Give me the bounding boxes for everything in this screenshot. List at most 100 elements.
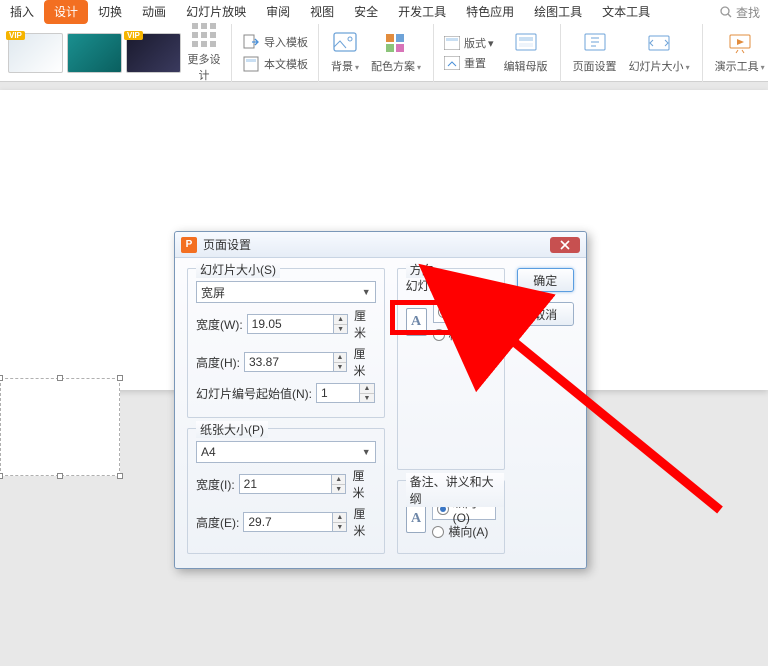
reset-button[interactable]: 重置 <box>440 53 498 73</box>
search-label: 查找 <box>736 4 760 21</box>
tab-insert[interactable]: 插入 <box>0 0 44 24</box>
color-scheme-label: 配色方案 <box>371 61 415 73</box>
tab-developer[interactable]: 开发工具 <box>388 0 456 24</box>
tab-slideshow[interactable]: 幻灯片放映 <box>176 0 256 24</box>
paper-height-unit: 厘米 <box>353 505 375 539</box>
height-input[interactable]: 33.87 <box>244 352 334 372</box>
paper-height-input[interactable]: 29.7 <box>243 512 333 532</box>
theme-thumb-3[interactable]: VIP <box>126 33 181 73</box>
orientation-group: 方向 幻灯片 A 纵向(R) 横向(L) <box>397 268 505 470</box>
background-button[interactable]: 背景▾ <box>325 32 365 74</box>
slide-size-value: 宽屏 <box>201 284 225 301</box>
slide-size-legend: 幻灯片大小(S) <box>196 261 280 278</box>
more-designs-button[interactable]: 更多设计 <box>183 23 225 83</box>
slide-size-label: 幻灯片大小 <box>629 61 684 73</box>
theme-thumb-2[interactable] <box>67 33 122 73</box>
search-icon <box>720 6 732 18</box>
present-icon <box>728 32 752 54</box>
slide-size-button[interactable]: 幻灯片大小▾ <box>623 32 696 74</box>
cancel-button[interactable]: 取消 <box>517 302 575 326</box>
slide-size-icon <box>647 32 671 54</box>
page-setup-button[interactable]: 页面设置 <box>567 32 623 74</box>
master-icon <box>514 32 538 54</box>
ribbon-tabs: 插入 设计 切换 动画 幻灯片放映 审阅 视图 安全 开发工具 特色应用 绘图工… <box>0 0 768 24</box>
paper-width-value: 21 <box>244 477 257 491</box>
paper-height-spinner[interactable]: ▲▼ <box>333 512 347 532</box>
background-icon <box>333 32 357 54</box>
paper-size-group: 纸张大小(P) A4▼ 宽度(I): 21 ▲▼ 厘米 高度(E): 29.7 … <box>187 428 385 554</box>
paper-width-spinner[interactable]: ▲▼ <box>332 474 347 494</box>
reset-icon <box>444 56 460 70</box>
notes-orientation-group: 备注、讲义和大纲 A 纵向(O) 横向(A) <box>397 480 505 554</box>
more-designs-label: 更多设计 <box>188 54 221 82</box>
resize-handle[interactable] <box>117 473 123 479</box>
resize-handle[interactable] <box>57 375 63 381</box>
height-label: 高度(H): <box>196 354 240 371</box>
dialog-titlebar[interactable]: P 页面设置 <box>175 232 586 258</box>
tab-animation[interactable]: 动画 <box>132 0 176 24</box>
tab-view[interactable]: 视图 <box>300 0 344 24</box>
paper-width-unit: 厘米 <box>352 467 375 501</box>
ribbon: VIP VIP 更多设计 导入模板 本文模板 背景▾ 配色方案▾ <box>0 24 768 82</box>
theme-thumb-1[interactable]: VIP <box>8 33 63 73</box>
selected-placeholder[interactable] <box>0 378 120 476</box>
width-spinner[interactable]: ▲▼ <box>334 314 348 334</box>
portrait-r-label: 纵向(R) <box>453 297 491 328</box>
paper-size-select[interactable]: A4▼ <box>196 441 376 463</box>
template-group: 导入模板 本文模板 <box>232 24 319 82</box>
dialog-title: 页面设置 <box>203 236 251 253</box>
tab-drawing[interactable]: 绘图工具 <box>524 0 592 24</box>
close-button[interactable] <box>550 237 580 253</box>
tab-security[interactable]: 安全 <box>344 0 388 24</box>
landscape-l-label: 横向(L) <box>449 326 488 343</box>
page-setup-icon <box>583 32 607 54</box>
vip-badge-icon: VIP <box>6 31 25 40</box>
grid-icon <box>192 23 216 47</box>
vip-badge-icon: VIP <box>124 31 143 40</box>
resize-handle[interactable] <box>0 375 3 381</box>
portrait-icon: A <box>406 308 427 336</box>
tab-design[interactable]: 设计 <box>44 0 88 24</box>
paper-value: A4 <box>201 445 216 459</box>
height-spinner[interactable]: ▲▼ <box>334 352 348 372</box>
landscape-a-label: 横向(A) <box>448 523 488 540</box>
slide-orientation-sub: 幻灯片 <box>406 277 496 294</box>
paper-height-value: 29.7 <box>248 515 271 529</box>
edit-master-label: 编辑母版 <box>504 58 548 74</box>
color-scheme-button[interactable]: 配色方案▾ <box>365 32 427 74</box>
resize-handle[interactable] <box>57 473 63 479</box>
tab-transition[interactable]: 切换 <box>88 0 132 24</box>
reset-label: 重置 <box>464 55 486 71</box>
import-template-button[interactable]: 导入模板 <box>238 31 312 53</box>
search-box[interactable]: 查找 <box>720 4 768 21</box>
local-template-button[interactable]: 本文模板 <box>238 53 312 75</box>
resize-handle[interactable] <box>117 375 123 381</box>
template-icon <box>242 55 260 73</box>
tab-text[interactable]: 文本工具 <box>592 0 660 24</box>
present-tools-button[interactable]: 演示工具▾ <box>709 32 768 74</box>
paper-height-label: 高度(E): <box>196 514 239 531</box>
resize-handle[interactable] <box>0 473 3 479</box>
ok-button[interactable]: 确定 <box>517 268 575 292</box>
layout-button[interactable]: 版式▾ <box>440 33 498 53</box>
slide-size-select[interactable]: 宽屏▼ <box>196 281 376 303</box>
width-input[interactable]: 19.05 <box>247 314 335 334</box>
present-tools-label: 演示工具 <box>715 61 759 73</box>
landscape-l-radio[interactable]: 横向(L) <box>433 326 496 343</box>
paper-width-input[interactable]: 21 <box>239 474 332 494</box>
page-group: 页面设置 幻灯片大小▾ <box>561 24 703 82</box>
portrait-r-radio[interactable]: 纵向(R) <box>433 301 496 323</box>
width-label: 宽度(W): <box>196 316 243 333</box>
background-group: 背景▾ 配色方案▾ <box>319 24 434 82</box>
number-spinner[interactable]: ▲▼ <box>360 383 375 403</box>
import-icon <box>242 33 260 51</box>
local-template-label: 本文模板 <box>264 56 308 72</box>
number-input[interactable]: 1 <box>316 383 360 403</box>
tab-special[interactable]: 特色应用 <box>456 0 524 24</box>
height-unit: 厘米 <box>353 345 375 379</box>
tab-review[interactable]: 审阅 <box>256 0 300 24</box>
landscape-a-radio[interactable]: 横向(A) <box>432 523 495 540</box>
background-label: 背景 <box>331 61 353 73</box>
edit-master-button[interactable]: 编辑母版 <box>498 32 554 74</box>
notes-legend: 备注、讲义和大纲 <box>406 473 504 507</box>
